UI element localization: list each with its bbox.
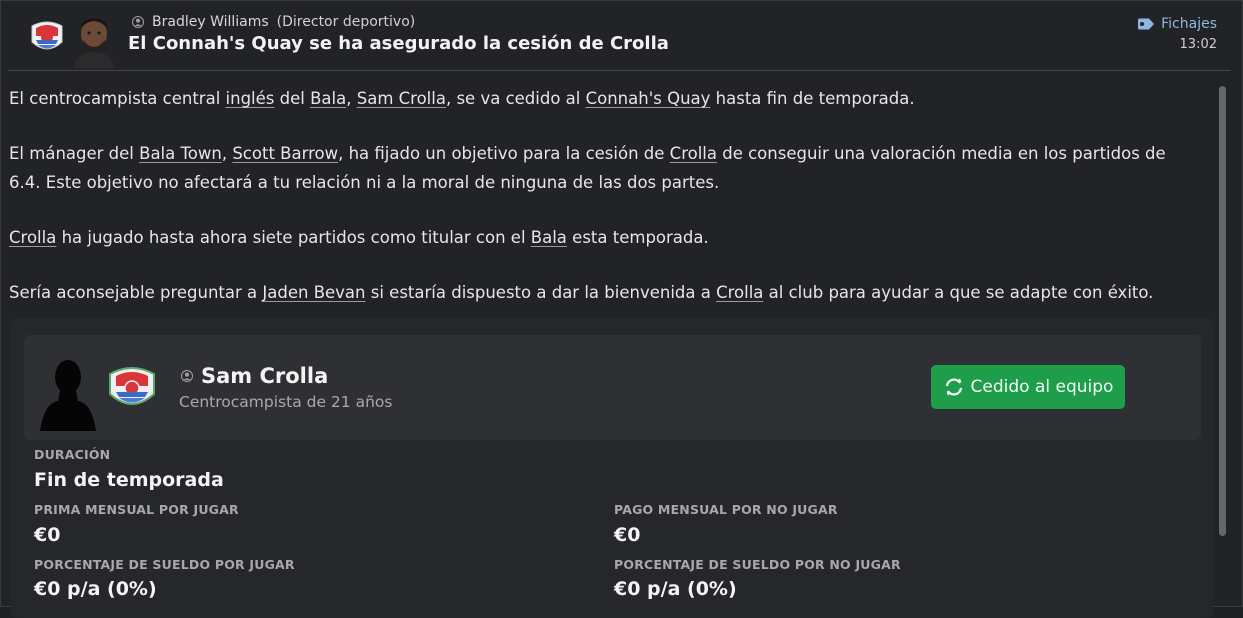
player-link-crolla[interactable]: Sam Crolla xyxy=(357,89,446,108)
sender-name[interactable]: Bradley Williams xyxy=(152,14,269,30)
text: hasta fin de temporada. xyxy=(710,89,915,108)
paragraph-1: El centrocampista central inglés del Bal… xyxy=(9,84,1199,113)
player-link-crolla[interactable]: Crolla xyxy=(670,144,717,163)
player-link-crolla[interactable]: Crolla xyxy=(9,228,56,247)
header-divider xyxy=(8,70,1231,71)
player-name[interactable]: Sam Crolla xyxy=(201,364,328,388)
wage-play-value: €0 p/a (0%) xyxy=(34,578,157,600)
sender-avatar[interactable] xyxy=(73,14,115,68)
player-description: Centrocampista de 21 años xyxy=(179,393,393,411)
tag-icon xyxy=(1138,18,1155,30)
duration-value: Fin de temporada xyxy=(34,469,224,491)
paragraph-2: El mánager del Bala Town, Scott Barrow, … xyxy=(9,139,1199,197)
text: ha jugado hasta ahora siete partidos com… xyxy=(56,228,531,247)
player-name-row: Sam Crolla xyxy=(181,364,328,388)
wage-play-label: PORCENTAJE DE SUELDO POR JUGAR xyxy=(34,557,295,572)
message-body: El centrocampista central inglés del Bal… xyxy=(9,84,1199,333)
text: El centrocampista central xyxy=(9,89,226,108)
club-link-bala[interactable]: Bala xyxy=(531,228,567,247)
text: al club para ayudar a que se adapte con … xyxy=(763,283,1154,302)
bonus-play-value: €0 xyxy=(34,524,61,546)
text: , xyxy=(346,89,357,108)
sender-role: (Director deportivo) xyxy=(276,14,416,30)
person-icon xyxy=(181,370,193,382)
sender-line: Bradley Williams (Director deportivo) xyxy=(132,14,415,30)
wage-noplay-label: PORCENTAJE DE SUELDO POR NO JUGAR xyxy=(614,557,901,572)
person-icon xyxy=(132,16,144,28)
club-badge-icon[interactable] xyxy=(26,16,68,58)
fee-noplay-label: PAGO MENSUAL POR NO JUGAR xyxy=(614,502,838,517)
category-link[interactable]: Fichajes xyxy=(1137,16,1217,32)
text: Sería aconsejable preguntar a xyxy=(9,283,263,302)
fee-noplay-value: €0 xyxy=(614,524,641,546)
text: , xyxy=(221,144,233,163)
message-header: Bradley Williams (Director deportivo) El… xyxy=(0,0,1243,70)
text: , ha fijado un objetivo para la cesión d… xyxy=(338,144,670,163)
loan-status-button[interactable]: Cedido al equipo xyxy=(931,365,1125,409)
player-link-crolla[interactable]: Crolla xyxy=(716,283,763,302)
paragraph-3: Crolla ha jugado hasta ahora siete parti… xyxy=(9,223,1199,252)
loan-status-label: Cedido al equipo xyxy=(970,377,1114,397)
club-link-connahs-quay[interactable]: Connah's Quay xyxy=(586,89,711,108)
loan-cycle-icon xyxy=(945,378,962,396)
paragraph-4: Sería aconsejable preguntar a Jaden Beva… xyxy=(9,278,1199,307)
club-badge-icon[interactable] xyxy=(104,360,160,416)
player-link-jaden-bevan[interactable]: Jaden Bevan xyxy=(262,283,365,302)
category-label: Fichajes xyxy=(1161,16,1217,32)
bonus-play-label: PRIMA MENSUAL POR JUGAR xyxy=(34,502,239,517)
nationality-link[interactable]: inglés xyxy=(226,89,275,108)
message-time: 13:02 xyxy=(1179,37,1217,52)
manager-link-scott-barrow[interactable]: Scott Barrow xyxy=(232,144,338,163)
text: del xyxy=(274,89,311,108)
vertical-scrollbar[interactable] xyxy=(1219,86,1226,536)
text: , se va cedido al xyxy=(445,89,586,108)
club-link-bala-town[interactable]: Bala Town xyxy=(139,144,222,163)
message-subject: El Connah's Quay se ha asegurado la cesi… xyxy=(128,33,669,54)
player-silhouette-icon[interactable] xyxy=(40,355,96,431)
text: si estaría dispuesto a dar la bienvenida… xyxy=(365,283,717,302)
duration-label: DURACIÓN xyxy=(34,447,111,462)
text: El mánager del xyxy=(9,144,140,163)
wage-noplay-value: €0 p/a (0%) xyxy=(614,578,737,600)
text: esta temporada. xyxy=(566,228,709,247)
club-link-bala[interactable]: Bala xyxy=(310,89,346,108)
